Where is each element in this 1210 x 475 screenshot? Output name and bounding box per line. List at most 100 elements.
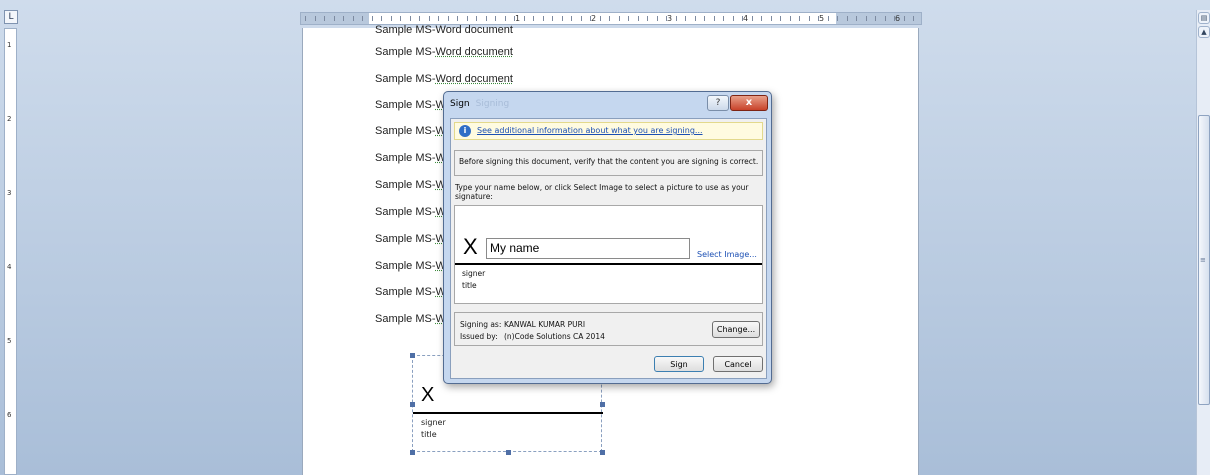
scroll-up-icon[interactable]: ▲ [1198,26,1210,38]
ruler-tick [903,16,905,21]
ruler-tick [371,16,373,21]
ruler-tick [618,16,620,21]
word-workspace: L 1 2 3 4 5 6 1 2 3 4 5 6 ▤ ▲ ≡ Sample M… [0,0,1210,475]
ruler-tick [390,16,392,21]
ruler-tick [324,16,325,21]
vertical-scrollbar[interactable]: ▤ ▲ ≡ [1196,10,1210,475]
dialog-title-ghost: Signing [475,99,510,109]
ruler-toggle-button[interactable]: ▤ [1198,12,1210,24]
verify-message: Before signing this document, verify tha… [459,157,759,166]
ruler-tick [789,16,791,21]
resize-handle[interactable] [410,450,415,455]
signature-name-input[interactable]: My name [486,238,690,259]
ruler-tick [913,16,914,21]
signer-label: signer [462,269,486,278]
ruler-tick [761,16,762,21]
ruler-tick [381,16,382,21]
resize-handle[interactable] [600,450,605,455]
info-icon: i [459,125,471,137]
dialog-title: Sign Signing [450,99,509,109]
doc-line: Sample MS-Wo [375,286,452,298]
ruler-tick [362,16,363,21]
doc-line: Sample MS-Wo [375,99,452,111]
ruler-tick [457,16,458,21]
doc-line-prefix: Sample MS- [375,125,436,137]
ruler-left-margin [301,13,369,24]
certificate-info-box: Signing as: KANWAL KUMAR PURI Issued by: (… [454,312,763,346]
ruler-right-margin [836,13,921,24]
doc-line: Sample MS-Wo [375,313,452,325]
ruler-tick [723,16,724,21]
ruler-tick [685,16,686,21]
doc-line-prefix: Sample MS- [375,46,436,58]
ruler-tick [590,16,591,21]
signature-area: X My name Select Image... signer title [454,205,763,304]
ruler-tick [523,16,525,21]
sign-button[interactable]: Sign [654,356,704,372]
ruler-tick [732,16,734,21]
additional-info-link[interactable]: See additional information about what yo… [477,126,703,135]
ruler-tick [656,16,658,21]
doc-line: Sample MS-Wo [375,233,452,245]
doc-line-prefix: Sample MS- [375,206,436,218]
ruler-tick [637,16,639,21]
ruler-tick [476,16,477,21]
ruler-tick [713,16,715,21]
ruler-number: 5 [819,14,825,23]
signer-label: signer [421,418,446,427]
ruler-tick [533,16,534,21]
signature-x-mark: X [463,234,478,259]
ruler-tick [343,16,344,21]
select-image-link[interactable]: Select Image... [697,250,757,259]
ruler-tick [694,16,696,21]
ruler-tick [571,16,572,21]
verify-message-box: Before signing this document, verify tha… [454,150,763,176]
resize-handle[interactable] [600,402,605,407]
ruler-number: 6 [7,411,12,419]
vertical-ruler[interactable]: 1 2 3 4 5 6 [4,28,17,475]
doc-line-prefix: Sample MS- [375,73,436,85]
ruler-number: 3 [7,189,12,197]
ruler-tick [818,16,819,21]
resize-handle[interactable] [410,402,415,407]
signature-rule [413,412,603,414]
ruler-tick [742,16,743,21]
doc-line-suffix: Word document [435,73,513,85]
ruler-tick [466,16,468,21]
resize-handle[interactable] [410,353,415,358]
signing-as-row: Signing as: KANWAL KUMAR PURI [460,320,585,329]
ruler-tick [514,16,515,21]
ruler-tick [542,16,544,21]
change-button[interactable]: Change... [712,321,760,338]
doc-line: Sample MS-Wo [375,125,452,137]
doc-line: Sample MS-Wo [375,260,452,272]
tab-selector-button[interactable]: L [4,10,18,24]
signing-as-value: KANWAL KUMAR PURI [504,320,586,329]
ruler-tick [333,16,335,21]
ruler-tick [419,16,420,21]
close-button[interactable]: x [730,95,768,111]
ruler-tick [485,16,487,21]
doc-line-prefix: Sample MS- [375,313,436,325]
help-button[interactable]: ? [707,95,729,111]
ruler-tick [884,16,886,21]
doc-line-prefix: Sample MS- [375,286,436,298]
ruler-number: 6 [895,14,901,23]
ruler-tick [837,16,838,21]
ruler-tick [827,16,829,21]
cancel-button[interactable]: Cancel [713,356,763,372]
ruler-tick [400,16,401,21]
ruler-number: 3 [667,14,673,23]
doc-line: Sample MS-Wo [375,179,452,191]
ruler-tick [780,16,781,21]
sign-dialog[interactable]: Sign Signing ? x i See additional informa… [443,91,772,384]
ruler-tick [561,16,563,21]
resize-handle[interactable] [506,450,511,455]
issued-by-label: Issued by: [460,332,498,341]
ruler-tick [875,16,876,21]
doc-line-prefix: Sample MS- [375,152,436,164]
ruler-number: 4 [7,263,12,271]
ruler-tick [894,16,895,21]
doc-line: Sample MS-Word document [375,46,513,58]
ruler-tick [305,16,306,21]
